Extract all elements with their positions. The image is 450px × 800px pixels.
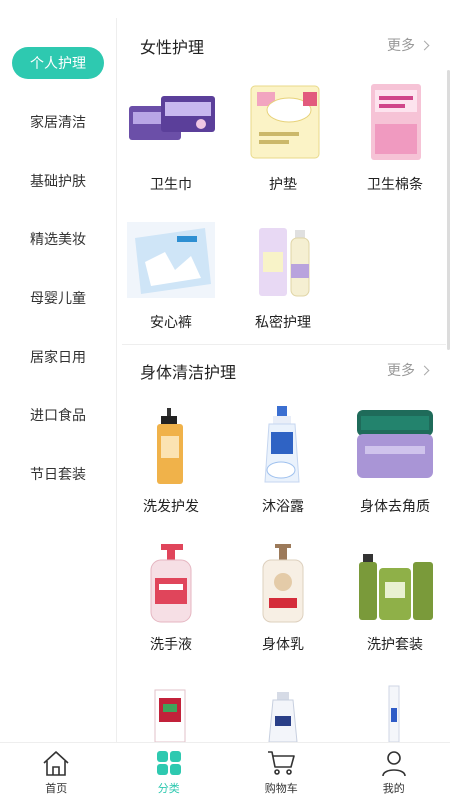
- tab-label: 分类: [157, 782, 180, 795]
- product-row5-2-image: [233, 682, 333, 742]
- section-title-body-care: 身体清洁护理: [140, 363, 237, 382]
- product-item-row5-1[interactable]: [121, 682, 221, 742]
- product-label: 洗手液: [150, 637, 192, 653]
- category-sidebar: 个人护理 家居清洁 基础护肤 精选美妆 母婴儿童 居家日用 进口食品 节日套装: [0, 0, 116, 742]
- tab-cart[interactable]: 购物车: [225, 743, 338, 800]
- tab-label: 我的: [382, 782, 405, 795]
- body-lotion-image: [233, 544, 333, 624]
- hand-wash-image: [121, 544, 221, 624]
- sidebar-divider: [116, 18, 117, 742]
- product-item-row5-2[interactable]: [233, 682, 333, 742]
- product-body-scrub[interactable]: 身体去角质: [345, 406, 445, 516]
- product-label: 洗发护发: [143, 499, 199, 515]
- tab-mine[interactable]: 我的: [338, 743, 450, 800]
- product-item-row5-3[interactable]: [345, 682, 445, 742]
- product-row5-3-image: [345, 682, 445, 742]
- product-row5-1-image: [121, 682, 221, 742]
- product-tampon[interactable]: 卫生棉条: [345, 84, 445, 194]
- product-hair-care[interactable]: 洗发护发: [121, 406, 221, 516]
- product-label: 卫生棉条: [367, 177, 423, 193]
- product-sanitary-pad[interactable]: 卫生巾: [121, 84, 221, 194]
- sidebar-item-holiday-sets[interactable]: 节日套装: [12, 458, 104, 490]
- tampon-image: [345, 84, 445, 164]
- sidebar-item-home-cleaning[interactable]: 家居清洁: [12, 106, 104, 138]
- sanitary-pad-image: [121, 84, 221, 164]
- more-label: 更多: [387, 363, 415, 379]
- sidebar-item-household[interactable]: 居家日用: [12, 341, 104, 373]
- product-body-wash[interactable]: 沐浴露: [233, 406, 333, 516]
- product-label: 洗护套装: [367, 637, 423, 653]
- product-label: 安心裤: [150, 315, 192, 331]
- chevron-right-icon: [419, 40, 430, 50]
- product-body-lotion[interactable]: 身体乳: [233, 544, 333, 654]
- more-label: 更多: [387, 38, 415, 54]
- intimate-care-image: [233, 222, 333, 302]
- section-divider: [122, 344, 446, 345]
- sidebar-item-personal-care[interactable]: 个人护理: [12, 47, 104, 79]
- tab-label: 购物车: [264, 782, 298, 795]
- chevron-right-icon: [419, 365, 430, 375]
- home-icon: [43, 751, 69, 776]
- section-title-feminine-care: 女性护理: [140, 38, 205, 57]
- category-content: 女性护理 更多 卫生巾 护垫 卫生棉条 安心裤 私密护理 身体清洁护理 更多 洗…: [118, 0, 450, 742]
- product-label: 护垫: [269, 177, 297, 193]
- sidebar-item-basic-skincare[interactable]: 基础护肤: [12, 165, 104, 197]
- body-scrub-image: [345, 406, 445, 486]
- sidebar-item-mother-baby[interactable]: 母婴儿童: [12, 282, 104, 314]
- panty-liner-image: [233, 84, 333, 164]
- product-intimate-care[interactable]: 私密护理: [233, 222, 333, 332]
- body-wash-image: [233, 406, 333, 486]
- category-icon: [156, 751, 181, 775]
- wash-set-image: [345, 544, 445, 624]
- product-label: 私密护理: [255, 315, 311, 331]
- tab-category[interactable]: 分类: [113, 743, 226, 800]
- product-wash-set[interactable]: 洗护套装: [345, 544, 445, 654]
- product-label: 身体去角质: [360, 499, 430, 515]
- product-label: 身体乳: [262, 637, 304, 653]
- bottom-tab-bar: 首页 分类 购物车 我的: [0, 742, 450, 800]
- product-label: 沐浴露: [262, 499, 304, 515]
- product-overnight-pants[interactable]: 安心裤: [121, 222, 221, 332]
- product-label: 卫生巾: [150, 177, 192, 193]
- tab-label: 首页: [45, 782, 68, 795]
- sidebar-item-imported-food[interactable]: 进口食品: [12, 399, 104, 431]
- cart-icon: [268, 751, 296, 775]
- user-icon: [381, 751, 406, 777]
- product-hand-wash[interactable]: 洗手液: [121, 544, 221, 654]
- overnight-pants-image: [121, 222, 221, 302]
- sidebar-item-makeup[interactable]: 精选美妆: [12, 223, 104, 255]
- product-panty-liner[interactable]: 护垫: [233, 84, 333, 194]
- hair-care-image: [121, 406, 221, 486]
- more-link-feminine-care[interactable]: 更多: [387, 35, 430, 55]
- tab-home[interactable]: 首页: [0, 743, 113, 800]
- more-link-body-care[interactable]: 更多: [387, 360, 430, 380]
